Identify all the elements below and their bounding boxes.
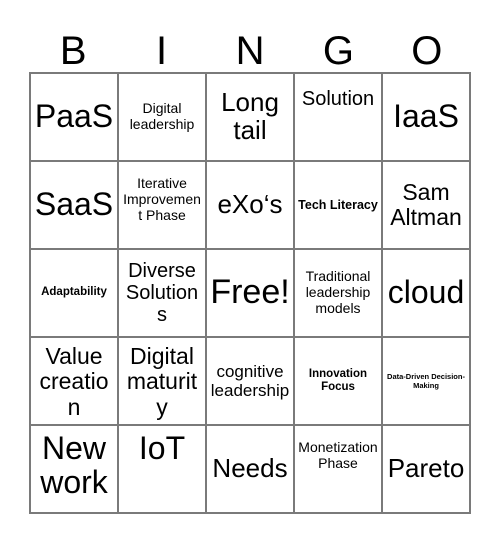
bingo-cell-r4-c1[interactable]: Value creation bbox=[31, 338, 119, 426]
bingo-grid: PaaS Digital leadership Long tail Solution I… bbox=[29, 72, 471, 514]
bingo-cell-label: Tech Literacy bbox=[298, 197, 378, 212]
bingo-cell-label: Needs bbox=[212, 453, 288, 484]
bingo-header-row: BINGO bbox=[29, 18, 471, 72]
bingo-free-space-cell[interactable]: Free! bbox=[207, 250, 295, 338]
bingo-cell-label: Pareto bbox=[387, 453, 465, 484]
bingo-cell-label: PaaS bbox=[34, 98, 114, 135]
bingo-cell-r4-c5[interactable]: Data-Driven Decision-Making bbox=[383, 338, 471, 426]
bingo-cell-r5-c4[interactable]: Monetization Phase bbox=[295, 426, 383, 514]
bingo-cell-label: Traditional leadership models bbox=[305, 268, 371, 316]
bingo-cell-r1-c1[interactable]: PaaS bbox=[31, 74, 119, 162]
bingo-cell-label: IoT bbox=[138, 430, 186, 466]
bingo-cell-label: cognitive leadership bbox=[210, 361, 290, 400]
bingo-cell-r2-c1[interactable]: SaaS bbox=[31, 162, 119, 250]
bingo-cell-r5-c3[interactable]: Needs bbox=[207, 426, 295, 514]
bingo-cell-label: Sam Altman bbox=[390, 178, 462, 230]
bingo-cell-r1-c5[interactable]: IaaS bbox=[383, 74, 471, 162]
bingo-cell-label: SaaS bbox=[34, 186, 114, 223]
bingo-cell-label: Iterative Improvement Phase bbox=[123, 175, 201, 223]
bingo-cell-r1-c3[interactable]: Long tail bbox=[207, 74, 295, 162]
bingo-cell-r1-c4[interactable]: Solution bbox=[295, 74, 383, 162]
bingo-cell-label: cloud bbox=[387, 274, 465, 311]
bingo-cell-r4-c2[interactable]: Digital maturity bbox=[119, 338, 207, 426]
bingo-cell-r4-c4[interactable]: Innovation Focus bbox=[295, 338, 383, 426]
bingo-cell-label: Free! bbox=[210, 273, 290, 312]
bingo-cell-r4-c3[interactable]: cognitive leadership bbox=[207, 338, 295, 426]
bingo-cell-label: Value creation bbox=[39, 343, 109, 420]
bingo-header-letter-n: N bbox=[235, 29, 265, 73]
bingo-header-letter-i: I bbox=[156, 29, 168, 73]
bingo-cell-r5-c1[interactable]: New work bbox=[31, 426, 119, 514]
bingo-cell-label: Solution bbox=[301, 88, 375, 110]
bingo-cell-label: Digital leadership bbox=[129, 100, 195, 132]
bingo-cell-r2-c5[interactable]: Sam Altman bbox=[383, 162, 471, 250]
bingo-card: B I N G O PaaS Digital leadership Long tail Sol… bbox=[0, 0, 500, 544]
bingo-cell-r3-c5[interactable]: cloud bbox=[383, 250, 471, 338]
bingo-cell-label: Long tail bbox=[221, 87, 279, 145]
bingo-cell-r5-c5[interactable]: Pareto bbox=[383, 426, 471, 514]
bingo-cell-label: Monetization Phase bbox=[298, 439, 378, 471]
bingo-cell-r2-c2[interactable]: Iterative Improvement Phase bbox=[119, 162, 207, 250]
bingo-header-letter-g: G bbox=[322, 29, 354, 73]
bingo-cell-label: Data-Driven Decision-Making bbox=[387, 372, 465, 390]
bingo-cell-r3-c2[interactable]: Diverse Solutions bbox=[119, 250, 207, 338]
bingo-cell-r2-c3[interactable]: eXo‘s bbox=[207, 162, 295, 250]
bingo-cell-label: Diverse Solutions bbox=[125, 260, 199, 326]
bingo-cell-label: Innovation Focus bbox=[308, 367, 368, 393]
bingo-cell-label: Digital maturity bbox=[126, 343, 198, 420]
bingo-cell-label: IaaS bbox=[393, 98, 459, 135]
bingo-cell-label: Adaptability bbox=[41, 286, 107, 299]
bingo-header-letter-o: O bbox=[411, 29, 443, 73]
bingo-cell-r1-c2[interactable]: Digital leadership bbox=[119, 74, 207, 162]
bingo-cell-r2-c4[interactable]: Tech Literacy bbox=[295, 162, 383, 250]
bingo-cell-r5-c2[interactable]: IoT bbox=[119, 426, 207, 514]
bingo-cell-label: New work bbox=[40, 430, 108, 500]
bingo-cell-r3-c4[interactable]: Traditional leadership models bbox=[295, 250, 383, 338]
bingo-header-letter-b: B bbox=[59, 29, 87, 73]
bingo-cell-r3-c1[interactable]: Adaptability bbox=[31, 250, 119, 338]
bingo-cell-label: eXo‘s bbox=[217, 189, 283, 220]
